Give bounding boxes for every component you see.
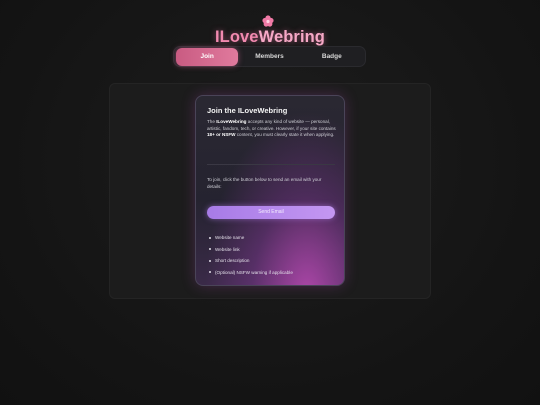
card-title: Join the ILoveWebring bbox=[207, 106, 288, 115]
tab-badge[interactable]: Badge bbox=[301, 48, 363, 66]
card-description: The ILoveWebring accepts any kind of web… bbox=[207, 119, 337, 139]
requirements-list: Website name Website link Short descript… bbox=[207, 232, 337, 278]
site-title-part2: Webring bbox=[258, 28, 325, 46]
tab-join[interactable]: Join bbox=[176, 47, 239, 66]
site-title[interactable]: ILoveWebring bbox=[0, 28, 540, 47]
list-item: (Optional) NSFW warning if applicable bbox=[207, 267, 337, 279]
join-card: Join the ILoveWebring The ILoveWebring a… bbox=[195, 95, 345, 286]
list-item: Website name bbox=[207, 232, 337, 244]
tab-members[interactable]: Members bbox=[238, 48, 300, 66]
flower-icon bbox=[262, 15, 274, 27]
list-item: Short description bbox=[207, 255, 337, 267]
divider bbox=[207, 164, 335, 165]
site-title-part1: ILove bbox=[214, 28, 259, 46]
join-instructions: To join, click the button below to send … bbox=[207, 177, 322, 189]
desc-nsfw-note: 18+ or NSFW bbox=[207, 132, 236, 138]
desc-suffix: content, you must clearly state it when … bbox=[235, 132, 335, 138]
desc-webring-name: ILoveWebring bbox=[216, 119, 247, 124]
desc-prefix: The bbox=[207, 119, 217, 124]
list-item: Website link bbox=[207, 244, 337, 256]
send-email-button[interactable]: Send Email bbox=[207, 206, 335, 219]
main-nav: Join Members Badge bbox=[173, 46, 366, 67]
